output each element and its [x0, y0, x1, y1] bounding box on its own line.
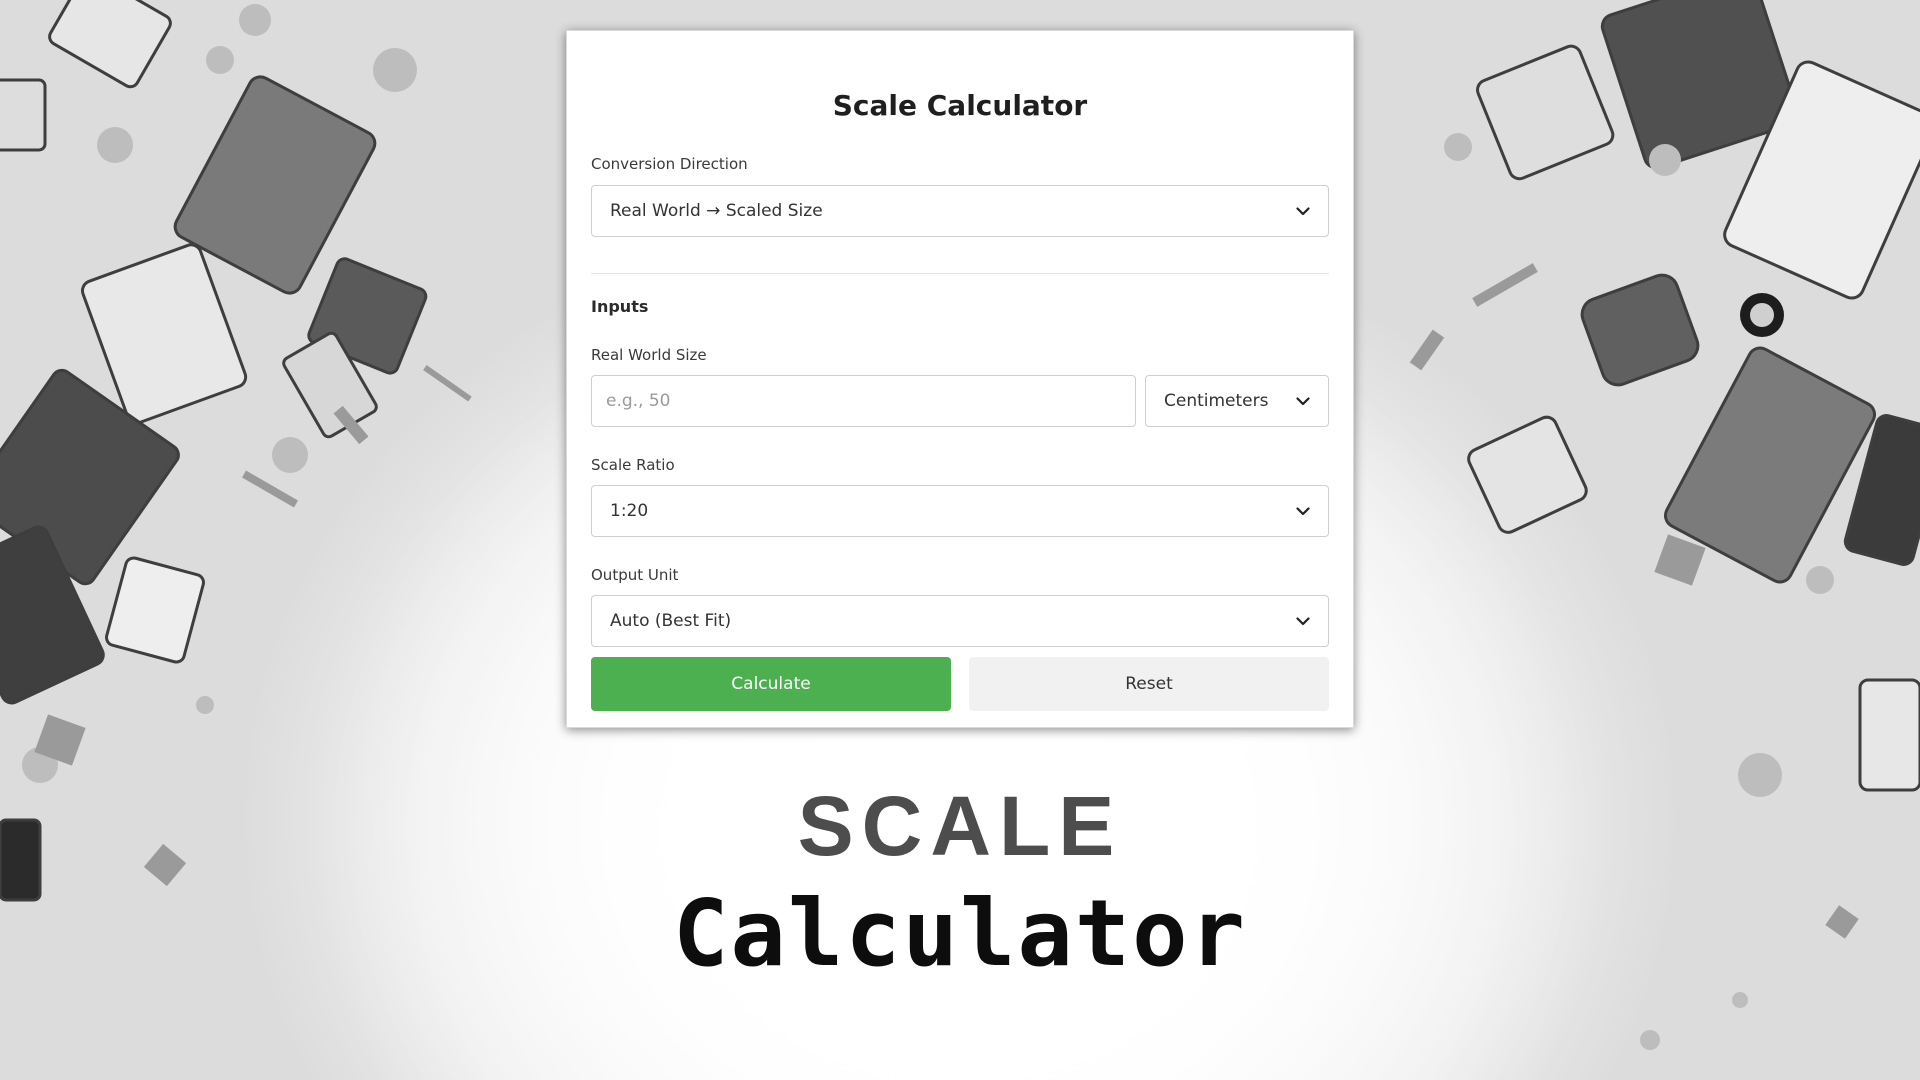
output-unit-select[interactable]: Auto (Best Fit)	[591, 595, 1329, 647]
real-world-size-placeholder: e.g., 50	[606, 391, 671, 411]
reset-button[interactable]: Reset	[969, 657, 1329, 711]
hero-title-calculator: Calculator	[673, 880, 1247, 987]
calculate-button[interactable]: Calculate	[591, 657, 951, 711]
scale-calculator-card: Scale Calculator Conversion Direction Re…	[566, 30, 1354, 728]
conversion-direction-select[interactable]: Real World → Scaled Size	[591, 185, 1329, 237]
hero-title-scale: SCALE	[797, 779, 1123, 873]
conversion-direction-label: Conversion Direction	[591, 155, 748, 173]
chevron-down-icon	[1296, 504, 1310, 518]
output-unit-value: Auto (Best Fit)	[610, 611, 732, 631]
chevron-down-icon	[1296, 614, 1310, 628]
chevron-down-icon	[1296, 204, 1310, 218]
size-unit-select[interactable]: Centimeters	[1145, 375, 1329, 427]
section-divider	[591, 273, 1329, 274]
scale-ratio-select[interactable]: 1:20	[591, 485, 1329, 537]
card-title: Scale Calculator	[832, 89, 1088, 122]
scale-ratio-value: 1:20	[610, 501, 649, 521]
scale-ratio-label: Scale Ratio	[591, 456, 675, 474]
inputs-heading: Inputs	[591, 297, 649, 316]
conversion-direction-value: Real World → Scaled Size	[610, 201, 823, 221]
output-unit-label: Output Unit	[591, 566, 679, 584]
real-world-size-label: Real World Size	[591, 346, 707, 364]
real-world-size-input[interactable]: e.g., 50	[591, 375, 1136, 427]
chevron-down-icon	[1296, 394, 1310, 408]
size-unit-value: Centimeters	[1164, 391, 1269, 411]
